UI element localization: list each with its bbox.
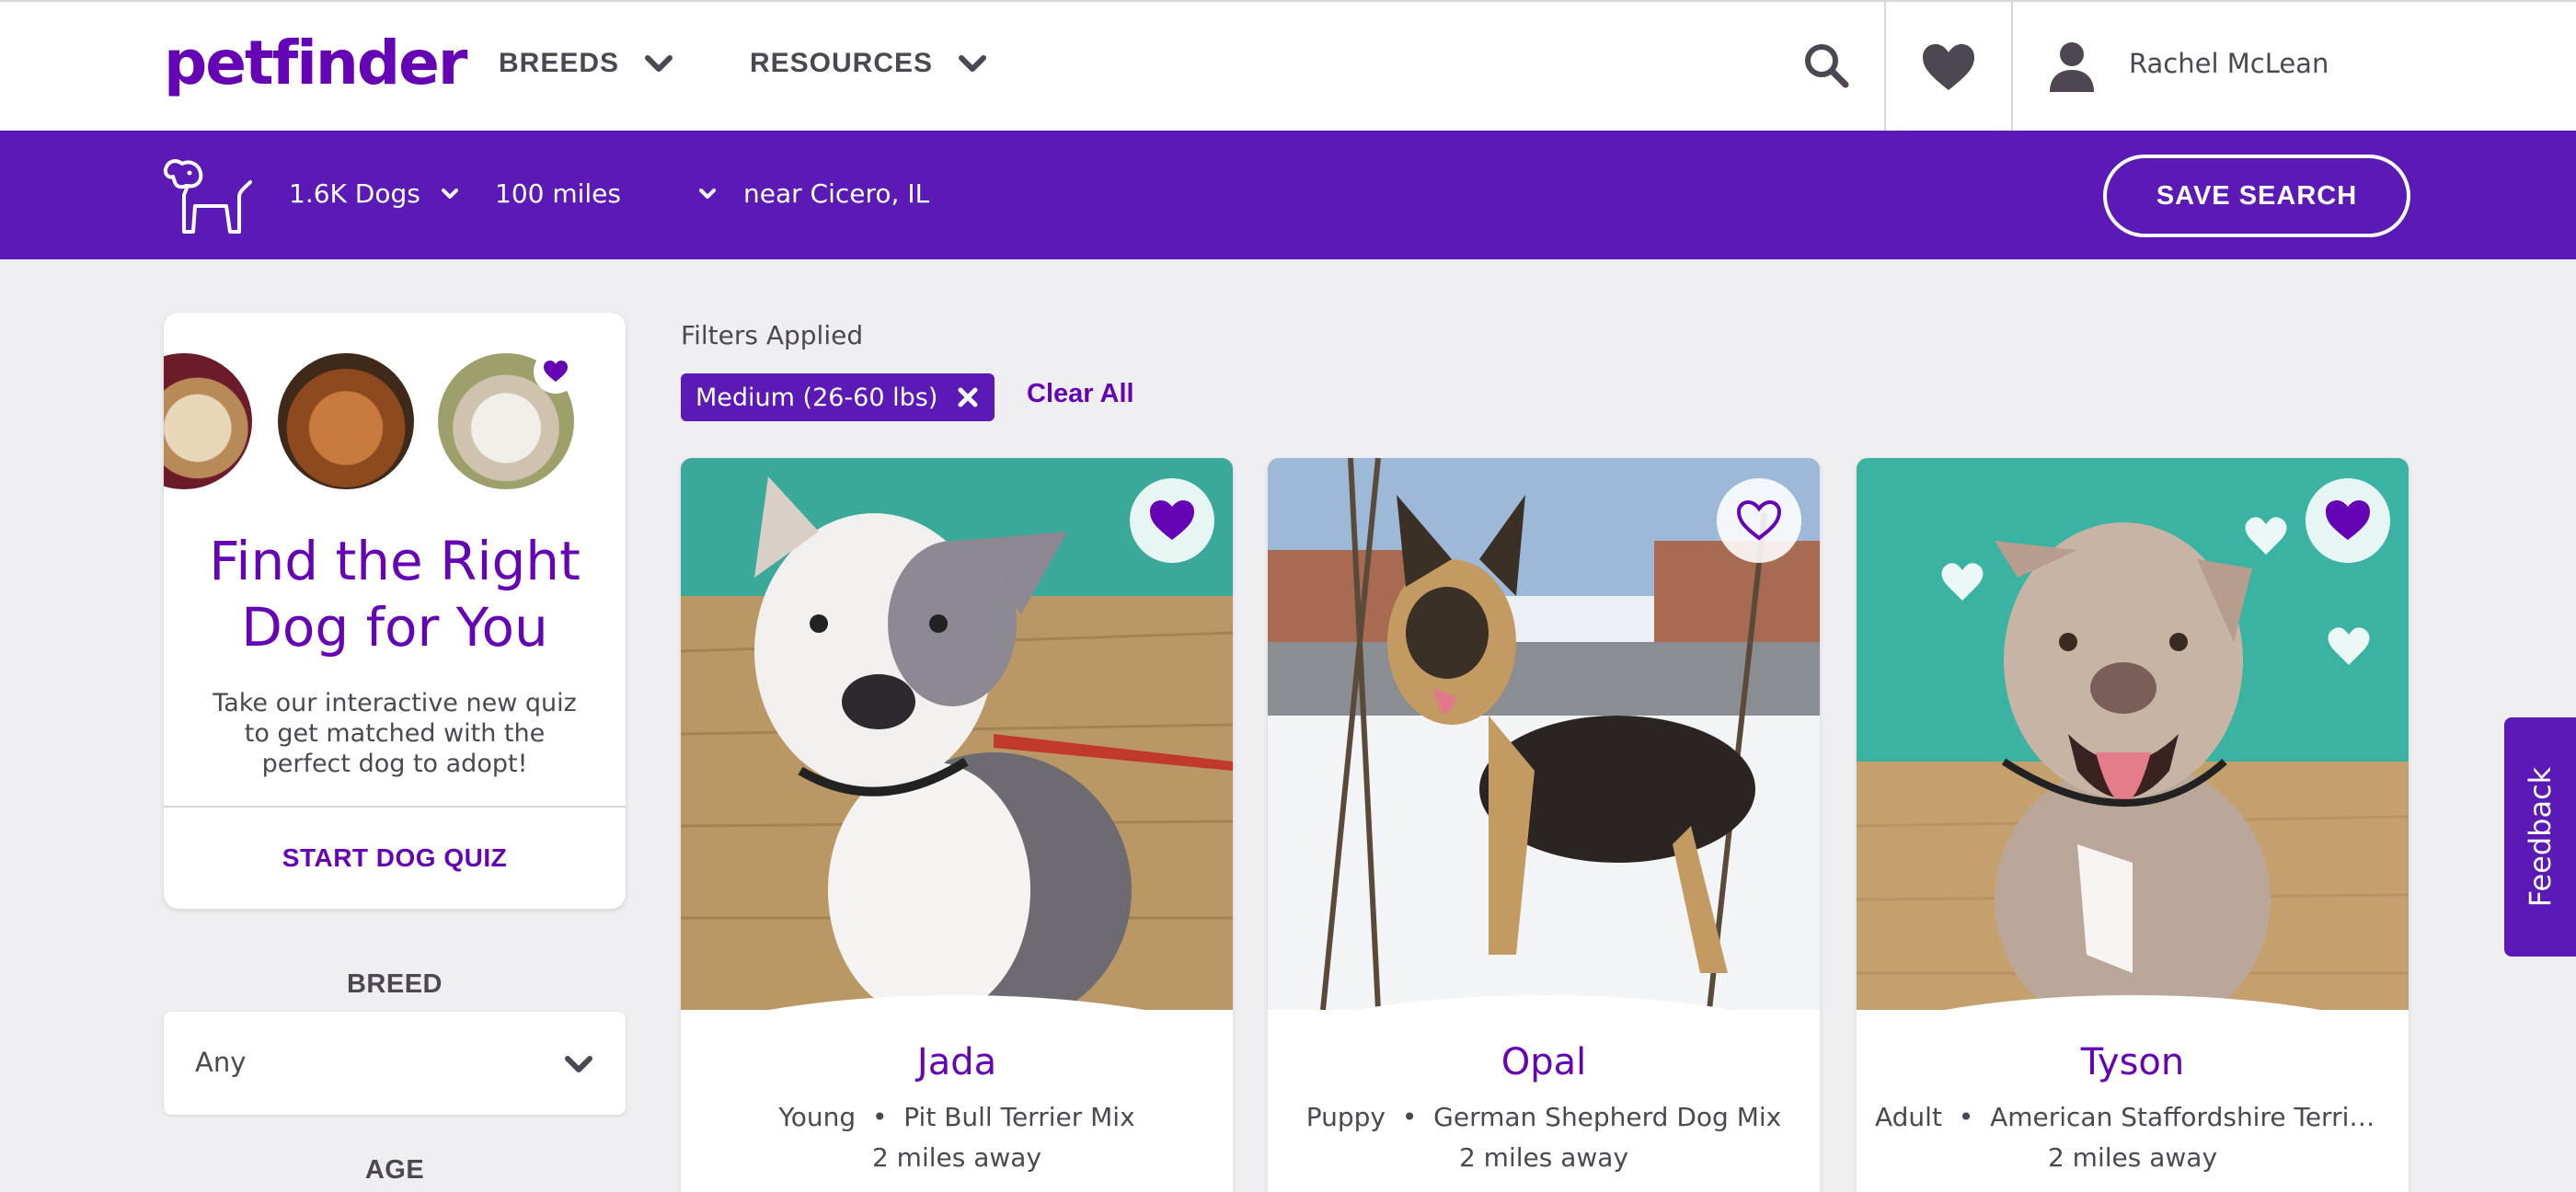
nav-resources[interactable]: RESOURCES [750, 48, 987, 79]
save-search-button[interactable]: SAVE SEARCH [2103, 155, 2410, 237]
filter-chip-label: Medium (26-60 lbs) [696, 383, 938, 412]
pet-meta: Adult • American Staffordshire Terrier M… [1857, 1102, 2409, 1132]
pet-name[interactable]: Opal [1268, 1041, 1820, 1083]
animal-count: 1.6K Dogs [289, 178, 420, 209]
pet-distance: 2 miles away [1458, 1142, 1629, 1173]
dog-outline-icon [163, 159, 252, 234]
pet-card[interactable]: Jada Young • Pit Bull Terrier Mix 2 mile… [681, 458, 1233, 1192]
nav-breeds-label: BREEDS [499, 48, 620, 78]
pet-meta: Young • Pit Bull Terrier Mix [778, 1102, 1135, 1132]
chevron-down-icon [699, 188, 716, 199]
petfinder-logo[interactable]: petfinder [164, 28, 467, 98]
pet-age: Puppy [1305, 1102, 1386, 1132]
distance-value: 100 miles [495, 178, 621, 209]
chevron-down-icon [565, 1056, 592, 1072]
favorite-button[interactable] [1130, 478, 1214, 563]
search-bar: 1.6K Dogs 100 miles near Cicero, IL SAVE… [0, 131, 2576, 259]
quiz-description: Take our interactive new quiz to get mat… [213, 689, 577, 778]
heart-icon [534, 350, 578, 394]
nav-divider [1884, 2, 1886, 132]
filters-applied-heading: Filters Applied [681, 320, 864, 350]
chevron-down-icon [645, 55, 673, 72]
user-name[interactable]: Rachel McLean [2129, 48, 2329, 79]
filter-chip-size[interactable]: Medium (26-60 lbs) [681, 373, 995, 421]
pet-age: Adult [1875, 1102, 1942, 1132]
breed-select[interactable]: Any [164, 1012, 626, 1115]
pet-card[interactable]: Opal Puppy • German Shepherd Dog Mix 2 m… [1268, 458, 1820, 1192]
nav-divider [2011, 2, 2013, 132]
heart-outline-icon [1736, 499, 1782, 541]
start-dog-quiz-button[interactable]: START DOG QUIZ [164, 808, 626, 909]
pet-age: Young [778, 1102, 857, 1132]
age-filter-label: AGE [364, 1155, 425, 1185]
chevron-down-icon [959, 55, 987, 72]
pet-card[interactable]: Tyson Adult • American Staffordshire Ter… [1857, 458, 2409, 1192]
close-icon[interactable] [958, 387, 978, 407]
favorite-button[interactable] [2306, 478, 2390, 563]
top-navigation: petfinder BREEDS RESOURCES Rachel McLean [0, 0, 2576, 132]
heart-icon [2326, 500, 2370, 540]
pet-distance: 2 miles away [871, 1142, 1042, 1173]
search-icon[interactable] [1801, 40, 1853, 92]
pet-distance: 2 miles away [2047, 1142, 2218, 1173]
dog-quiz-card: Find the Right Dog for You Take our inte… [164, 313, 626, 909]
pet-breed: German Shepherd Dog Mix [1433, 1102, 1782, 1132]
pet-breed: American Staffordshire Terrier Mix [1990, 1102, 2409, 1132]
favorites-heart-icon[interactable] [1921, 42, 1976, 94]
nav-breeds[interactable]: BREEDS [499, 48, 673, 79]
distance-dropdown[interactable]: 100 miles [495, 178, 717, 209]
pet-name[interactable]: Tyson [1857, 1041, 2409, 1083]
dog-avatar [278, 353, 414, 489]
user-icon[interactable] [2048, 40, 2096, 94]
dog-avatar [164, 353, 252, 489]
pet-name[interactable]: Jada [681, 1041, 1233, 1083]
feedback-tab[interactable]: Feedback [2504, 717, 2576, 957]
chevron-down-icon [441, 188, 458, 199]
quiz-title: Find the Right Dog for You [209, 530, 581, 659]
heart-icon [1150, 500, 1194, 540]
favorite-button[interactable] [1717, 478, 1801, 563]
pet-breed: Pit Bull Terrier Mix [903, 1102, 1135, 1132]
breed-filter-label: BREED [346, 969, 443, 999]
clear-all-link[interactable]: Clear All [1027, 379, 1134, 409]
location-input[interactable]: near Cicero, IL [743, 178, 929, 209]
feedback-label: Feedback [2523, 766, 2559, 908]
pet-meta: Puppy • German Shepherd Dog Mix [1305, 1102, 1782, 1132]
nav-resources-label: RESOURCES [750, 48, 934, 78]
animal-type-dropdown[interactable]: 1.6K Dogs [289, 178, 459, 209]
breed-select-value: Any [195, 1047, 247, 1078]
